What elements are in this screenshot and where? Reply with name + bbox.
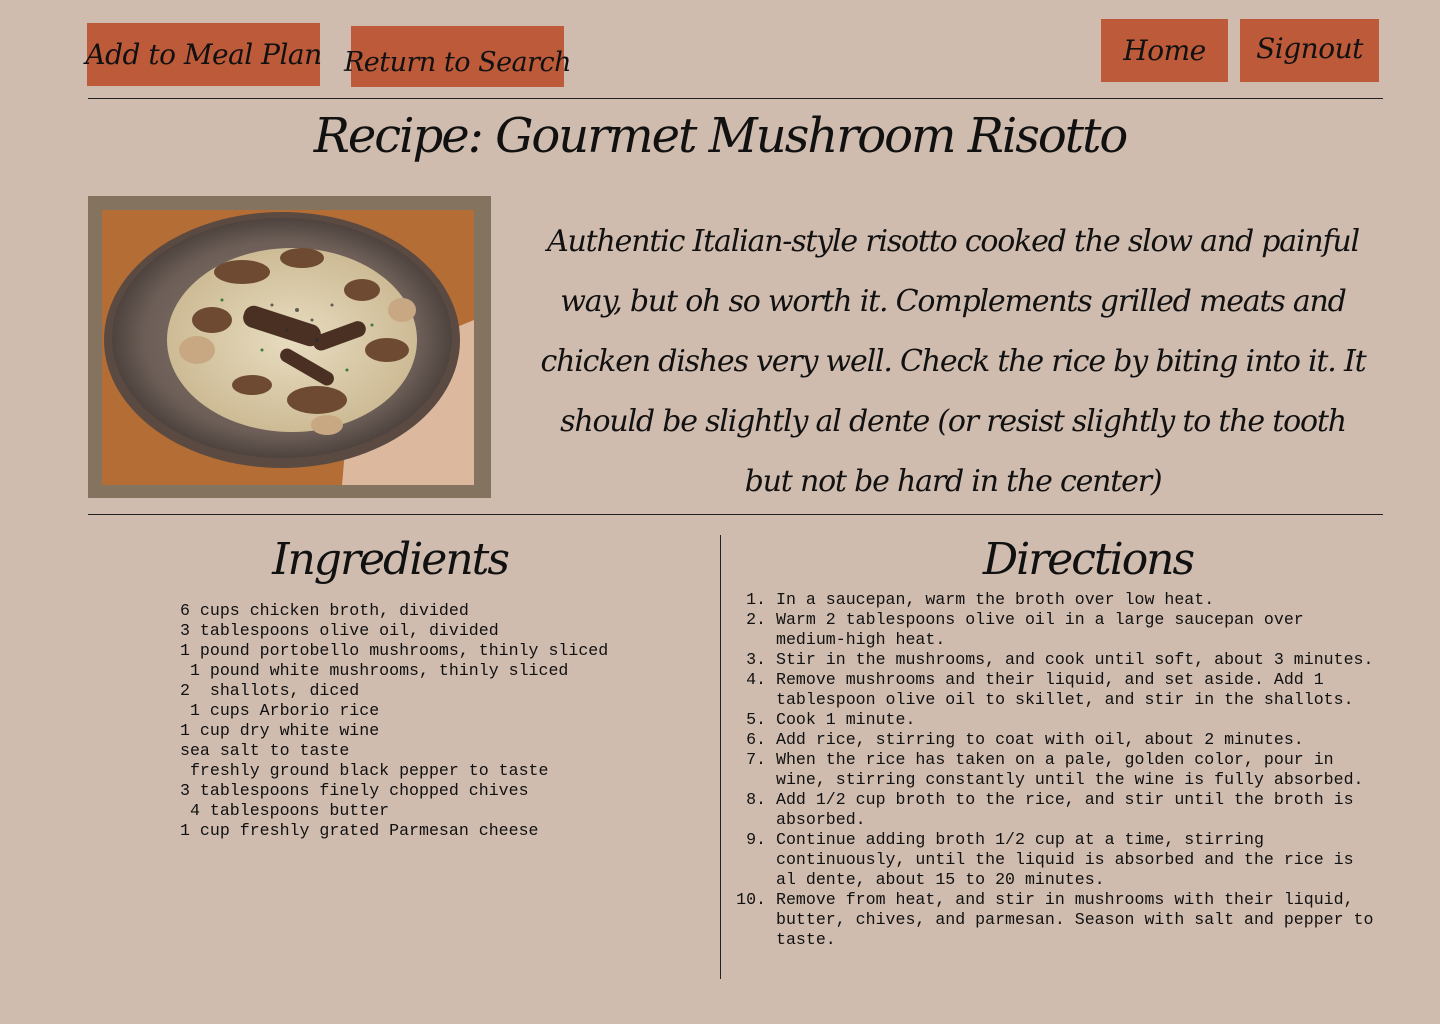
ingredient-item: 1 cup dry white wine bbox=[180, 721, 380, 740]
step-number: 8. bbox=[746, 790, 766, 809]
ingredient-item: 3 tablespoons finely chopped chives bbox=[180, 781, 529, 800]
step-number: 10. bbox=[736, 890, 766, 909]
recipe-photo-frame bbox=[88, 196, 491, 498]
step-text: Add rice, stirring to coat with oil, abo… bbox=[776, 730, 1304, 749]
directions-heading: Directions bbox=[982, 534, 1195, 585]
ingredient-item: 1 cup freshly grated Parmesan cheese bbox=[180, 821, 539, 840]
step-text: Cook 1 minute. bbox=[776, 710, 916, 729]
step-text: Warm 2 tablespoons olive oil in a large … bbox=[776, 610, 1304, 649]
step-text: Stir in the mushrooms, and cook until so… bbox=[776, 650, 1374, 669]
home-button[interactable]: Home bbox=[1101, 19, 1228, 82]
step-text: Remove from heat, and stir in mushrooms … bbox=[776, 890, 1374, 949]
direction-step: 9. Continue adding broth 1/2 cup at a tim… bbox=[746, 830, 1380, 890]
recipe-description: Authentic Italian-style risotto cooked t… bbox=[540, 224, 1367, 499]
step-number: 7. bbox=[746, 750, 766, 769]
step-text: When the rice has taken on a pale, golde… bbox=[776, 750, 1364, 789]
direction-step: 2. Warm 2 tablespoons olive oil in a larg… bbox=[746, 610, 1380, 650]
ingredient-item: 1 cups Arborio rice bbox=[180, 701, 380, 720]
ingredient-item: freshly ground black pepper to taste bbox=[180, 761, 549, 780]
section-divider bbox=[88, 514, 1383, 515]
direction-step: 1. In a saucepan, warm the broth over low… bbox=[746, 590, 1380, 610]
return-to-search-button[interactable]: Return to Search bbox=[344, 26, 572, 87]
ingredient-item: 3 tablespoons olive oil, divided bbox=[180, 621, 499, 640]
recipe-photo bbox=[102, 210, 474, 485]
step-number: 9. bbox=[746, 830, 766, 849]
risotto-illustration bbox=[102, 210, 474, 485]
signout-button[interactable]: Signout bbox=[1240, 19, 1379, 82]
direction-step: 7. When the rice has taken on a pale, gol… bbox=[746, 750, 1380, 790]
ingredients-heading: Ingredients bbox=[272, 534, 510, 585]
header-divider bbox=[88, 98, 1383, 99]
step-number: 5. bbox=[746, 710, 766, 729]
direction-step: 3. Stir in the mushrooms, and cook until … bbox=[746, 650, 1380, 670]
ingredient-item: 2 shallots, diced bbox=[180, 681, 360, 700]
ingredient-item: 1 pound white mushrooms, thinly sliced bbox=[180, 661, 569, 680]
direction-step: 4. Remove mushrooms and their liquid, and… bbox=[746, 670, 1380, 710]
step-number: 6. bbox=[746, 730, 766, 749]
step-text: In a saucepan, warm the broth over low h… bbox=[776, 590, 1215, 609]
ingredient-item: sea salt to taste bbox=[180, 741, 350, 760]
column-divider bbox=[720, 535, 721, 979]
ingredient-item: 1 pound portobello mushrooms, thinly sli… bbox=[180, 641, 609, 660]
ingredients-list: 6 cups chicken broth, divided 3 tablespoo… bbox=[180, 601, 610, 841]
step-text: Remove mushrooms and their liquid, and s… bbox=[776, 670, 1354, 709]
direction-step: 8. Add 1/2 cup broth to the rice, and sti… bbox=[746, 790, 1380, 830]
direction-step: 5. Cook 1 minute. bbox=[746, 710, 1380, 730]
step-number: 3. bbox=[746, 650, 766, 669]
step-number: 2. bbox=[746, 610, 766, 629]
step-text: Continue adding broth 1/2 cup at a time,… bbox=[776, 830, 1354, 889]
direction-step: 10. Remove from heat, and stir in mushroo… bbox=[736, 890, 1380, 950]
step-text: Add 1/2 cup broth to the rice, and stir … bbox=[776, 790, 1354, 829]
ingredient-item: 6 cups chicken broth, divided bbox=[180, 601, 469, 620]
step-number: 4. bbox=[746, 670, 766, 689]
ingredient-item: 4 tablespoons butter bbox=[180, 801, 390, 820]
add-to-meal-plan-button[interactable]: Add to Meal Plan bbox=[85, 23, 322, 86]
step-number: 1. bbox=[746, 590, 766, 609]
recipe-title: Recipe: Gourmet Mushroom Risotto bbox=[313, 108, 1129, 164]
direction-step: 6. Add rice, stirring to coat with oil, a… bbox=[746, 730, 1380, 750]
directions-list: 1. In a saucepan, warm the broth over low… bbox=[736, 590, 1380, 950]
